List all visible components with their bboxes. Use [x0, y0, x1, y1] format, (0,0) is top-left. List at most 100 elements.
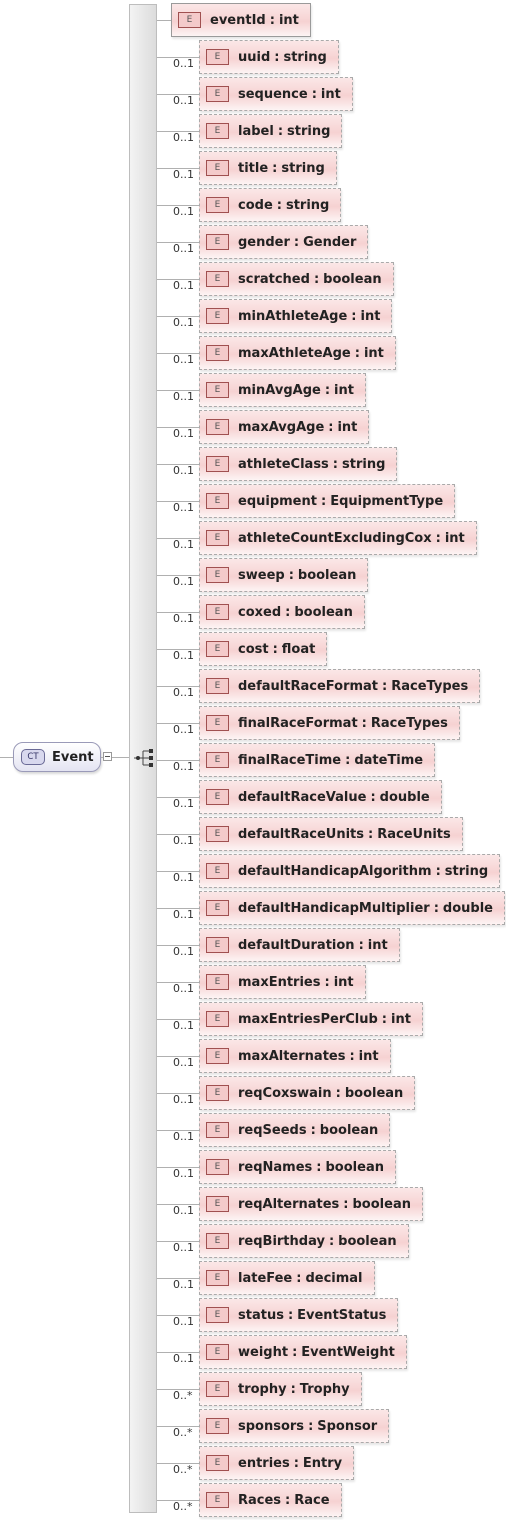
element-defaulthandicapmultiplier[interactable]: EdefaultHandicapMultiplier: double [199, 891, 505, 925]
element-latefee[interactable]: ElateFee: decimal [199, 1261, 375, 1295]
element-reqbirthday[interactable]: EreqBirthday: boolean [199, 1224, 409, 1258]
element-type: string [281, 160, 325, 176]
element-maxalternates[interactable]: EmaxAlternates: int [199, 1039, 391, 1073]
multiplicity-label: 0..1 [173, 316, 194, 329]
element-cost[interactable]: Ecost: float [199, 632, 328, 666]
type-separator: : [328, 419, 334, 435]
element-row: 0..1 EfinalRaceFormat: RaceTypes [157, 706, 506, 743]
element-weight[interactable]: Eweight: EventWeight [199, 1335, 407, 1369]
element-defaultracevalue[interactable]: EdefaultRaceValue: double [199, 780, 442, 814]
multiplicity-label: 0..1 [173, 834, 194, 847]
element-defaulthandicapalgorithm[interactable]: EdefaultHandicapAlgorithm: string [199, 854, 501, 888]
element-reqnames[interactable]: EreqNames: boolean [199, 1150, 396, 1184]
multiplicity-label: 0..* [173, 1463, 193, 1476]
element-sequence[interactable]: Esequence: int [199, 77, 353, 111]
type-separator: : [287, 1307, 294, 1323]
type-separator: : [324, 382, 331, 398]
type-separator: : [293, 234, 300, 250]
multiplicity-label: 0..* [173, 1426, 193, 1439]
multiplicity-label: 0..1 [173, 390, 194, 403]
element-name: sequence [238, 86, 308, 102]
element-eventid[interactable]: EeventId: int [171, 3, 311, 37]
element-code[interactable]: Ecode: string [199, 188, 342, 222]
element-status[interactable]: Estatus: EventStatus [199, 1298, 399, 1332]
element-label: athleteCountExcludingCox: int [238, 531, 465, 546]
element-races[interactable]: E Races: Race [199, 1483, 342, 1517]
element-name: Races [238, 1492, 282, 1508]
element-maxentries[interactable]: EmaxEntries: int [199, 965, 366, 999]
element-reqseeds[interactable]: EreqSeeds: boolean [199, 1113, 391, 1147]
element-type: boolean [319, 1122, 379, 1138]
element-athleteclass[interactable]: EathleteClass: string [199, 447, 398, 481]
element-label: defaultRaceUnits: RaceUnits [238, 827, 451, 842]
element-defaultduration[interactable]: EdefaultDuration: int [199, 928, 400, 962]
element-badge: E [206, 641, 229, 657]
element-name: coxed [238, 604, 282, 620]
element-type: boolean [325, 1159, 384, 1175]
element-type: dateTime [354, 752, 424, 768]
element-row: 0..1 EreqBirthday: boolean [157, 1224, 506, 1261]
multiplicity-label: 0..* [173, 1500, 193, 1513]
element-type: boolean [297, 567, 357, 583]
element-row: 0..1 Estatus: EventStatus [157, 1298, 506, 1335]
element-name: defaultRaceFormat [238, 678, 379, 694]
element-maxentriesperclub[interactable]: EmaxEntriesPerClub: int [199, 1002, 423, 1036]
element-uuid[interactable]: Euuid: string [199, 40, 339, 74]
multiplicity-label: 0..1 [173, 871, 194, 884]
element-equipment[interactable]: Eequipment: EquipmentType [199, 484, 456, 518]
element-name: defaultHandicapAlgorithm [238, 863, 432, 879]
element-maxathleteage[interactable]: EmaxAthleteAge: int [199, 336, 396, 370]
element-sponsors[interactable]: Esponsors: Sponsor [199, 1409, 390, 1443]
element-finalracetime[interactable]: EfinalRaceTime: dateTime [199, 743, 436, 777]
element-reqcoxswain[interactable]: EreqCoxswain: boolean [199, 1076, 416, 1110]
element-minavgage[interactable]: EminAvgAge: int [199, 373, 366, 407]
element-athletecountexcludingcox[interactable]: EathleteCountExcludingCox: int [199, 521, 477, 555]
type-separator: : [274, 49, 280, 65]
element-row: 0..1 EminAthleteAge: int [157, 299, 506, 336]
element-coxed[interactable]: Ecoxed: boolean [199, 595, 365, 629]
element-finalraceformat[interactable]: EfinalRaceFormat: RaceTypes [199, 706, 460, 740]
element-row: 0..1 Elabel: string [157, 114, 506, 151]
type-separator: : [276, 197, 282, 213]
element-badge: E [206, 86, 229, 102]
element-name: maxAthleteAge [238, 345, 351, 361]
element-defaultraceformat[interactable]: EdefaultRaceFormat: RaceTypes [199, 669, 481, 703]
element-sweep[interactable]: Esweep: boolean [199, 558, 369, 592]
element-entries[interactable]: Eentries: Entry [199, 1446, 355, 1480]
element-title[interactable]: Etitle: string [199, 151, 337, 185]
element-label: athleteClass: string [238, 457, 385, 472]
element-label: reqNames: boolean [238, 1160, 384, 1175]
type-separator: : [335, 1085, 341, 1101]
element-row: 0..1 Ecoxed: boolean [157, 595, 506, 632]
element-type: int [391, 1011, 411, 1027]
element-maxavgage[interactable]: EmaxAvgAge: int [199, 410, 370, 444]
element-badge: E [206, 937, 229, 953]
element-badge: E [206, 234, 229, 250]
multiplicity-label: 0..1 [173, 797, 194, 810]
element-type: RaceTypes [370, 715, 448, 731]
element-label: finalRaceFormat: RaceTypes [238, 716, 448, 731]
element-label: gender: Gender [238, 235, 356, 250]
element-type: int [278, 12, 299, 28]
element-name: eventId [210, 12, 266, 28]
type-separator: : [293, 1455, 299, 1471]
element-type: boolean [338, 1233, 397, 1249]
element-label: entries: Entry [238, 1456, 342, 1471]
element-label: reqSeeds: boolean [238, 1123, 378, 1138]
element-gender[interactable]: Egender: Gender [199, 225, 369, 259]
element-name: reqSeeds [238, 1122, 307, 1138]
element-badge: E [178, 12, 201, 28]
multiplicity-label: 0..1 [173, 501, 194, 514]
element-row: 0..1 EreqNames: boolean [157, 1150, 506, 1187]
multiplicity-label: 0..1 [173, 1204, 194, 1217]
element-label[interactable]: Elabel: string [199, 114, 343, 148]
element-name: defaultRaceValue [238, 789, 367, 805]
element-reqalternates[interactable]: EreqAlternates: boolean [199, 1187, 423, 1221]
element-badge: E [206, 197, 229, 213]
element-defaultraceunits[interactable]: EdefaultRaceUnits: RaceUnits [199, 817, 463, 851]
element-row: 0..1 Eweight: EventWeight [157, 1335, 506, 1372]
element-trophy[interactable]: Etrophy: Trophy [199, 1372, 362, 1406]
element-minathleteage[interactable]: EminAthleteAge: int [199, 299, 393, 333]
element-label: maxAthleteAge: int [238, 346, 384, 361]
element-scratched[interactable]: Escratched: boolean [199, 262, 394, 296]
